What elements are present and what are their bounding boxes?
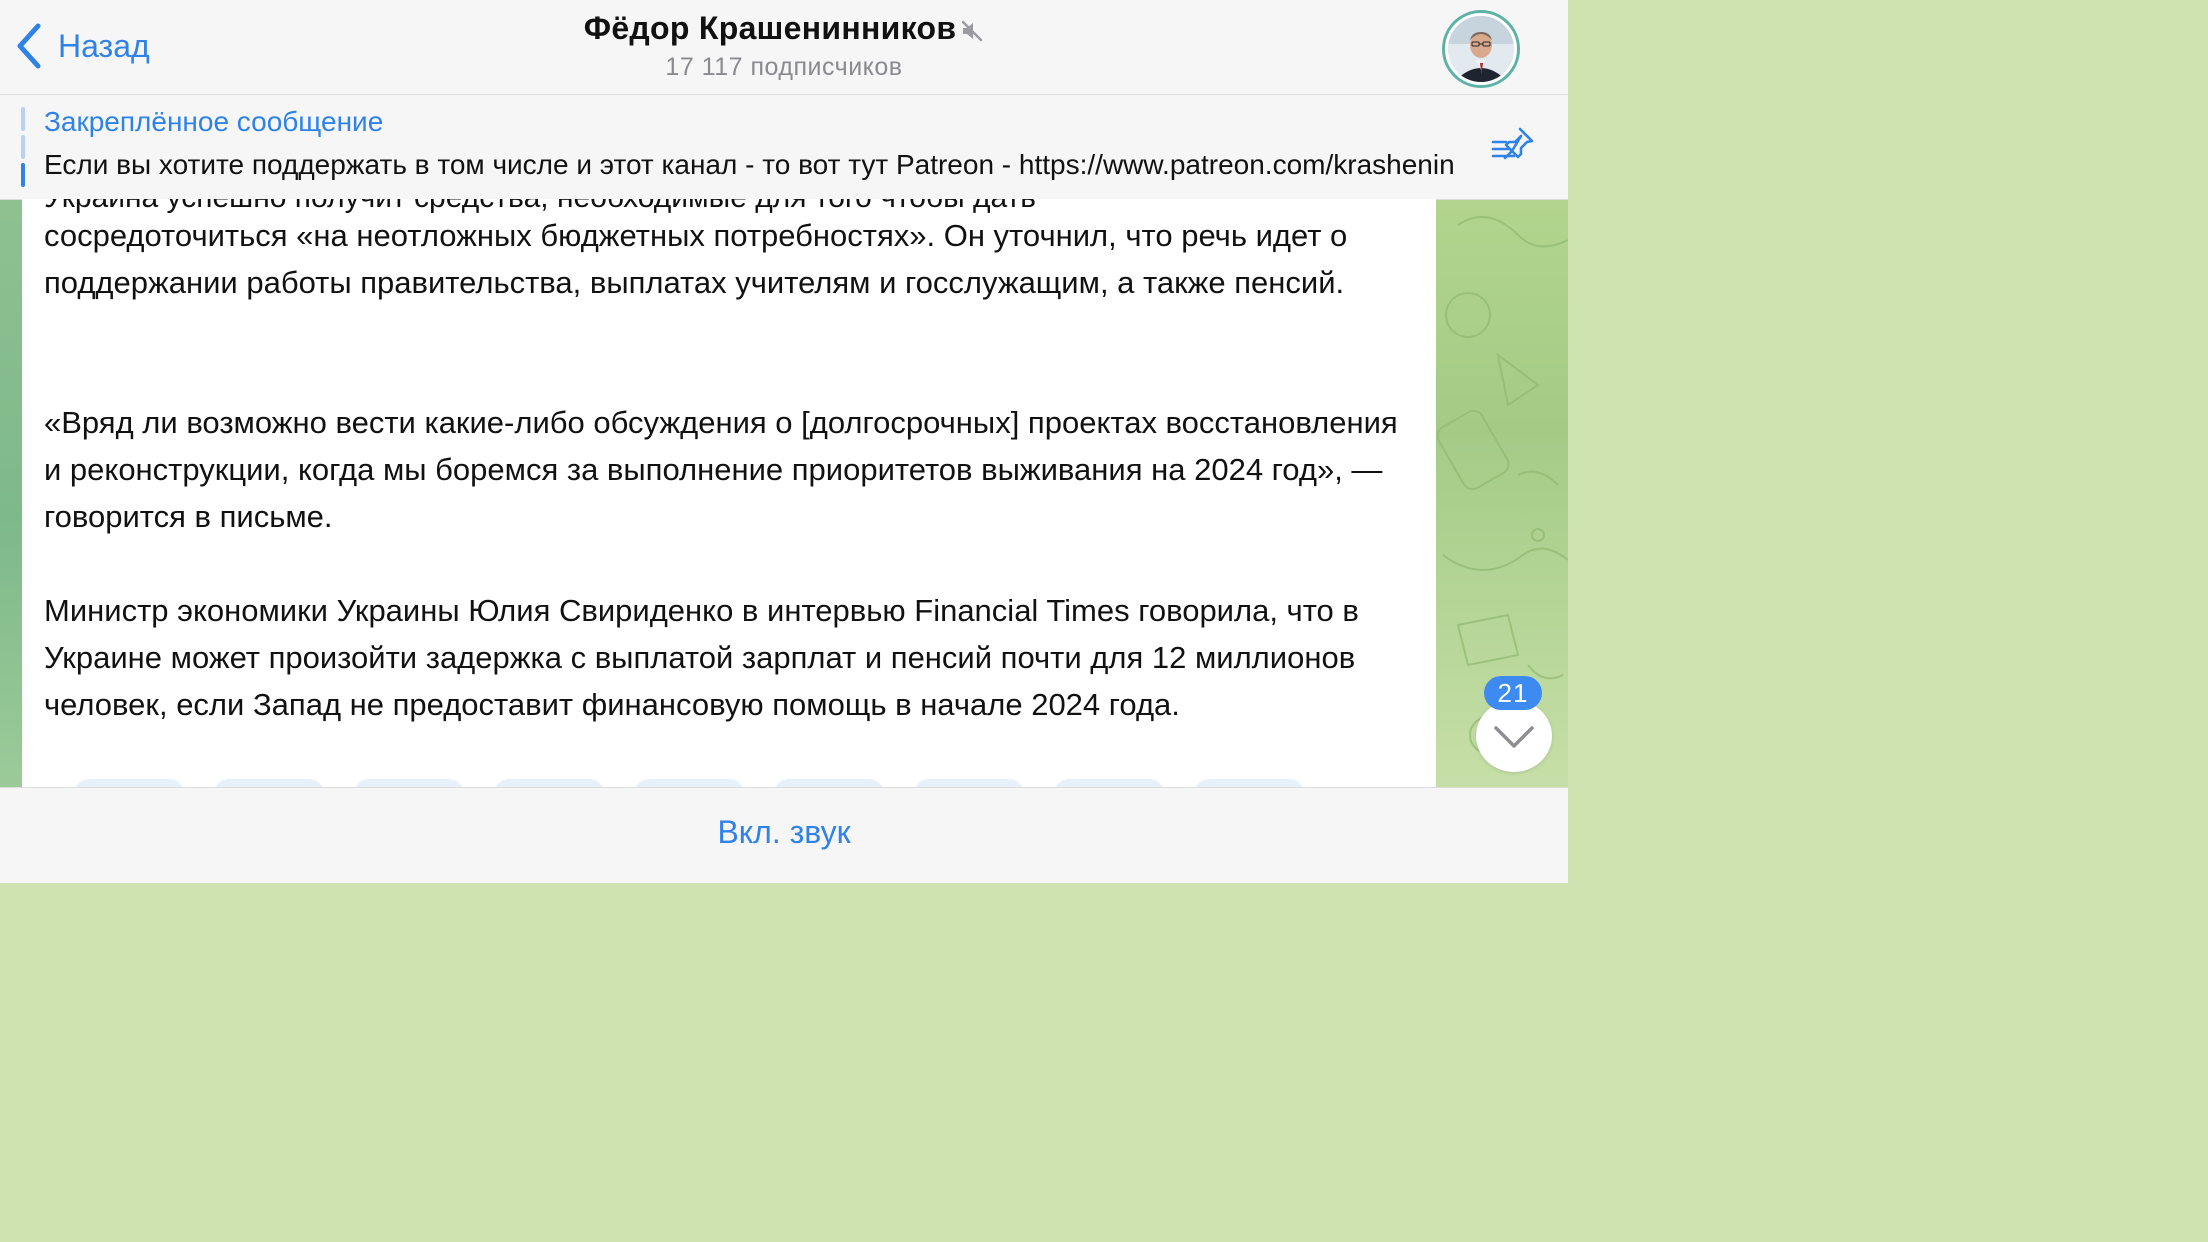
reaction-chip[interactable] — [74, 779, 184, 787]
reactions-row — [44, 779, 1344, 787]
unmute-button[interactable]: Вкл. звук — [0, 814, 1568, 851]
reaction-chip[interactable] — [214, 779, 324, 787]
reaction-chip[interactable] — [354, 779, 464, 787]
chevron-down-icon — [1494, 726, 1534, 748]
unread-count-badge: 21 — [1484, 676, 1542, 710]
reaction-chip[interactable] — [774, 779, 884, 787]
pinned-list-icon[interactable] — [1490, 125, 1536, 165]
message-paragraph: сосредоточиться «на неотложных бюджетных… — [44, 218, 1348, 300]
bottom-bar: Вкл. звук — [0, 787, 1568, 883]
message-paragraph: Министр экономики Украины Юлия Свириденк… — [44, 593, 1359, 722]
channel-avatar[interactable] — [1442, 10, 1520, 88]
reaction-chip[interactable] — [1194, 779, 1304, 787]
pinned-indicator — [21, 107, 25, 187]
speaker-muted-icon — [962, 20, 983, 41]
reaction-chip[interactable] — [634, 779, 744, 787]
channel-info[interactable]: Фёдор Крашенинников 17 117 подписчиков — [0, 10, 1568, 82]
pinned-label: Закреплённое сообщение — [44, 106, 384, 137]
pinned-text: Если вы хотите поддержать в том числе и … — [44, 149, 1455, 180]
subscriber-count: 17 117 подписчиков — [665, 53, 903, 81]
scroll-to-bottom-button[interactable] — [1476, 700, 1552, 772]
pinned-message-bar[interactable]: Закреплённое сообщение Если вы хотите по… — [0, 95, 1568, 200]
avatar-image — [1448, 16, 1514, 82]
chat-wallpaper-left-strip — [0, 190, 24, 790]
reaction-chip[interactable] — [1054, 779, 1164, 787]
message-bubble: Украина успешно получит средства, необхо… — [22, 199, 1436, 787]
message-paragraph: «Вряд ли возможно вести какие-либо обсуж… — [44, 405, 1398, 534]
channel-title: Фёдор Крашенинников — [583, 10, 957, 46]
reaction-chip[interactable] — [914, 779, 1024, 787]
chat-header: Назад Фёдор Крашенинников 17 117 подписч… — [0, 0, 1568, 95]
reaction-chip[interactable] — [494, 779, 604, 787]
